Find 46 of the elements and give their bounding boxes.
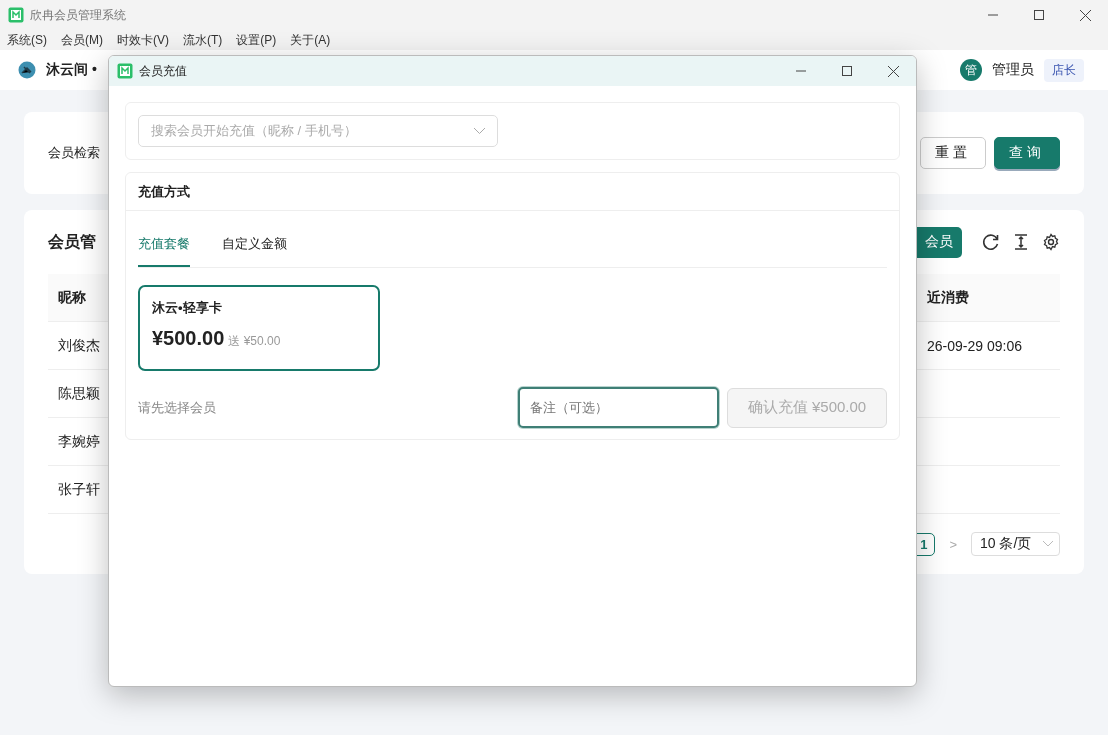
column-header: 昵称 — [57, 288, 87, 307]
menu-item[interactable]: 系统(S) — [7, 31, 47, 49]
chevron-down-icon — [1043, 541, 1053, 547]
search-label: 会员检索 — [48, 144, 101, 162]
user-name: 管理员 — [992, 61, 1034, 79]
menu-item[interactable]: 流水(T) — [183, 31, 223, 49]
chevron-down-icon — [474, 128, 485, 134]
package-bonus: 送 ¥50.00 — [228, 333, 281, 350]
package-card[interactable]: 沐云•轻享卡 ¥500.00 送 ¥50.00 — [138, 285, 380, 371]
table-cell-text: 张子轩 — [57, 480, 101, 499]
window-title: 欣冉会员管理系统 — [30, 6, 127, 24]
table-cell-text: 李婉婷 — [57, 432, 101, 451]
shop-logo-icon — [18, 61, 36, 79]
tab[interactable]: 充值套餐 — [138, 235, 190, 267]
dialog-title: 会员充值 — [139, 62, 188, 80]
add-member-button[interactable]: 会员 — [916, 226, 962, 258]
role-badge: 店长 — [1044, 58, 1084, 82]
app-logo-icon — [8, 7, 24, 23]
close-icon[interactable] — [1079, 9, 1091, 21]
close-icon[interactable] — [887, 65, 899, 77]
table-cell-text: 陈思颖 — [57, 384, 101, 403]
settings-icon[interactable] — [1042, 233, 1060, 251]
maximize-icon[interactable] — [842, 66, 852, 76]
tab[interactable]: 自定义金额 — [222, 235, 287, 267]
page-size-select[interactable]: 10 条/页 — [971, 532, 1060, 556]
app-logo-icon — [117, 63, 133, 79]
menu-item[interactable]: 关于(A) — [290, 31, 331, 49]
menu-item[interactable]: 会员(M) — [61, 31, 103, 49]
package-price: ¥500.00 — [152, 327, 225, 350]
maximize-icon[interactable] — [1034, 10, 1044, 20]
column-header: 近消费 — [926, 288, 970, 307]
section-title: 充值方式 — [138, 182, 190, 201]
shop-name: 沐云间 • — [46, 61, 97, 79]
refresh-icon[interactable] — [982, 233, 1000, 251]
package-name: 沐云•轻享卡 — [152, 299, 223, 317]
query-button[interactable]: 查询 — [994, 137, 1060, 169]
table-cell-text: 刘俊杰 — [57, 336, 101, 355]
hint-text: 请先选择会员 — [138, 398, 217, 417]
note-field[interactable]: 备注（可选） — [518, 387, 719, 428]
user-avatar: 管 — [960, 59, 982, 81]
reset-button[interactable]: 重置 — [920, 137, 986, 169]
table-cell-text: 26-09-29 09:06 — [926, 337, 1023, 354]
menu-item[interactable]: 时效卡(V) — [117, 31, 169, 49]
menu-item[interactable]: 设置(P) — [236, 31, 277, 49]
row-height-icon[interactable] — [1012, 233, 1030, 251]
card-title: 会员管 — [48, 231, 96, 252]
